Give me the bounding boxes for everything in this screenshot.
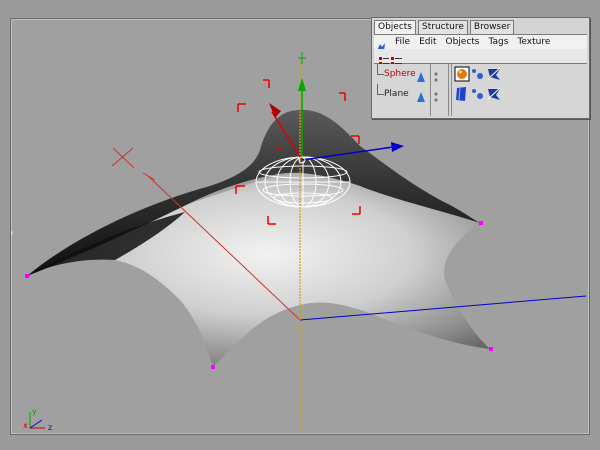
- menu-tags[interactable]: Tags: [489, 36, 509, 48]
- object-manager-menubar: File Edit Objects Tags Texture: [374, 34, 587, 51]
- object-tags[interactable]: [454, 86, 514, 102]
- object-type-icon[interactable]: [416, 88, 426, 102]
- object-row-plane[interactable]: Plane: [374, 84, 587, 104]
- move-tool-icon[interactable]: [376, 37, 386, 51]
- axis-indicator: y x z: [20, 406, 65, 432]
- object-name[interactable]: Sphere: [384, 68, 416, 80]
- tab-structure[interactable]: Structure: [418, 20, 468, 34]
- 3d-viewport[interactable]: ‹ y x z Objects Structure Browser File E…: [0, 0, 600, 450]
- menu-edit[interactable]: Edit: [419, 36, 436, 48]
- visibility-dots-icon[interactable]: [433, 88, 439, 102]
- object-name[interactable]: Plane: [384, 88, 409, 100]
- handle-bottom-left: [211, 365, 215, 369]
- object-tags[interactable]: [454, 66, 514, 82]
- viewport-edge-marker: ‹: [10, 228, 14, 239]
- tree-connector: [377, 64, 384, 75]
- visibility-dots-icon[interactable]: [433, 68, 439, 82]
- object-type-icon[interactable]: [416, 68, 426, 82]
- handle-left: [25, 274, 29, 278]
- axis-x-label: x: [23, 421, 28, 430]
- x-axis-marker-a: [112, 147, 135, 169]
- menu-objects[interactable]: Objects: [446, 36, 480, 48]
- object-list[interactable]: Sphere Plane: [374, 64, 587, 116]
- object-manager-panel[interactable]: Objects Structure Browser File Edit Obje…: [371, 17, 590, 119]
- axis-z-label: z: [48, 423, 52, 431]
- hierarchy-icon[interactable]: [379, 51, 403, 65]
- gizmo-x-arrow: [269, 103, 281, 118]
- sphere-wireframe[interactable]: [255, 156, 351, 208]
- object-manager-toolbar: [374, 49, 587, 65]
- tab-browser[interactable]: Browser: [469, 20, 515, 34]
- menu-file[interactable]: File: [395, 36, 410, 48]
- handle-bottom-right: [489, 347, 493, 351]
- object-manager-tabs: Objects Structure Browser: [374, 20, 587, 34]
- axis-y-label: y: [32, 407, 37, 416]
- handle-right: [479, 221, 483, 225]
- tab-objects[interactable]: Objects: [374, 20, 417, 34]
- gizmo-y-arrow: [298, 78, 306, 91]
- gizmo-z-arrow: [391, 142, 404, 152]
- menu-texture[interactable]: Texture: [517, 36, 550, 48]
- object-row-sphere[interactable]: Sphere: [374, 64, 587, 84]
- x-axis-arrow: [142, 172, 156, 181]
- tree-connector: [377, 84, 384, 95]
- cloth-surface[interactable]: [27, 109, 490, 367]
